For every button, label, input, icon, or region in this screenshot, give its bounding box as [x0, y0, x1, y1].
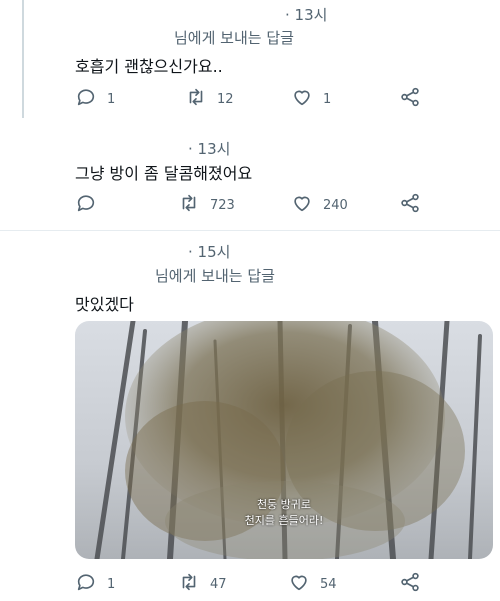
reply-icon: [75, 192, 97, 218]
share-button[interactable]: [399, 84, 421, 114]
like-button[interactable]: 240: [291, 190, 348, 220]
tweet-media-image[interactable]: 천둥 방귀로 천지를 흔들어라!: [75, 321, 493, 559]
reply-to-label[interactable]: 님에게 보내는 답글: [174, 27, 294, 48]
retweet-icon: [178, 571, 200, 597]
tweet-time[interactable]: · 15시: [188, 241, 230, 262]
tweet-text: 그냥 방이 좀 달콤해졌어요: [75, 164, 253, 183]
like-button[interactable]: 1: [291, 84, 331, 114]
reply-button[interactable]: 1: [75, 569, 115, 599]
retweet-count: 723: [210, 197, 235, 213]
tweet-actions: 1 12 1: [0, 84, 500, 114]
like-icon: [291, 86, 313, 112]
like-icon: [291, 192, 313, 218]
reply-icon: [75, 86, 97, 112]
tweet-actions: 1 47 54: [0, 569, 500, 599]
like-icon: [288, 571, 310, 597]
tweet-text: 호흡기 괜찮으신가요..: [75, 57, 223, 76]
retweet-button[interactable]: 12: [185, 84, 234, 114]
reply-icon: [75, 571, 97, 597]
retweet-button[interactable]: 47: [178, 569, 227, 599]
tweet-time[interactable]: · 13시: [188, 138, 230, 159]
tweet-1[interactable]: · 13시 님에게 보내는 답글 호흡기 괜찮으신가요.. 1 12 1: [0, 0, 500, 118]
tweet-actions: 723 240: [0, 190, 500, 220]
share-button[interactable]: [399, 569, 421, 599]
share-button[interactable]: [399, 190, 421, 220]
media-caption-line-2: 천지를 흔들어라!: [244, 514, 324, 527]
retweet-count: 47: [210, 576, 227, 592]
reply-button[interactable]: 1: [75, 84, 115, 114]
retweet-count: 12: [217, 91, 234, 107]
tweet-text: 맛있겠다: [75, 295, 134, 314]
tweet-2[interactable]: · 13시 그냥 방이 좀 달콤해졌어요 723 240: [0, 118, 500, 230]
media-caption-line-1: 천둥 방귀로: [256, 498, 312, 511]
like-count: 1: [323, 91, 332, 107]
like-count: 54: [320, 576, 337, 592]
tweet-time[interactable]: · 13시: [285, 4, 327, 25]
reply-count: 1: [107, 576, 116, 592]
reply-button[interactable]: [75, 190, 97, 220]
share-icon: [399, 192, 421, 218]
like-count: 240: [323, 197, 348, 213]
retweet-icon: [185, 86, 207, 112]
reply-to-label[interactable]: 님에게 보내는 답글: [155, 265, 275, 286]
reply-count: 1: [107, 91, 116, 107]
share-icon: [399, 86, 421, 112]
share-icon: [399, 571, 421, 597]
retweet-button[interactable]: 723: [178, 190, 235, 220]
retweet-icon: [178, 192, 200, 218]
like-button[interactable]: 54: [288, 569, 337, 599]
